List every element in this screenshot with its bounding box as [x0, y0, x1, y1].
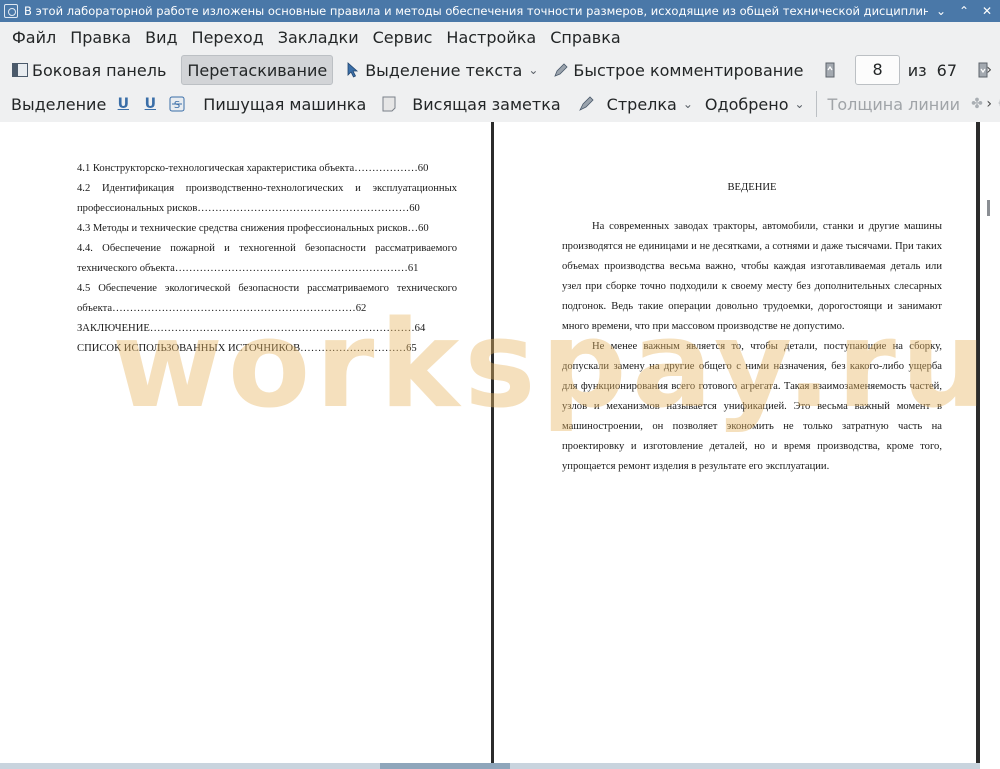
- sticky-note-tool-label: Висящая заметка: [412, 94, 561, 114]
- line-width-label: Толщина линии: [827, 94, 961, 114]
- cursor-arrow-icon: [344, 61, 362, 79]
- color-palette-icon: ✤: [971, 96, 983, 112]
- typewriter-tool-label: Пишущая машинка: [203, 94, 367, 114]
- menu-help[interactable]: Справка: [543, 28, 628, 47]
- typewriter-tool-button[interactable]: Пишущая машинка: [198, 89, 371, 119]
- current-page-input[interactable]: 8: [855, 55, 900, 85]
- horizontal-scrollbar[interactable]: [0, 763, 980, 769]
- vertical-scrollbar[interactable]: [980, 122, 1000, 769]
- body-paragraph: Не менее важным является то, чтобы детал…: [562, 341, 942, 472]
- svg-text:S: S: [174, 100, 180, 111]
- drag-tool-label: Перетаскивание: [187, 60, 328, 80]
- quick-comment-button[interactable]: Быстрое комментирование: [547, 55, 808, 85]
- toolbar-separator: [815, 91, 817, 117]
- squiggle-tool-button[interactable]: U: [138, 89, 165, 119]
- annotation-toolbar: Выделение U U S Пишущая машинка Висящая …: [0, 87, 1000, 121]
- arrow-tool-button[interactable]: Стрелка ⌄: [572, 89, 698, 119]
- strikeout-tool-button[interactable]: S: [165, 89, 192, 119]
- sticky-note-tool-button[interactable]: Висящая заметка: [375, 89, 565, 119]
- chevron-down-icon[interactable]: ⌄: [528, 63, 538, 77]
- highlight-tool-label: Выделение: [11, 94, 107, 114]
- line-width-button[interactable]: Толщина линии: [823, 89, 966, 119]
- drag-tool-button[interactable]: Перетаскивание: [181, 55, 334, 85]
- scrollbar-thumb[interactable]: [380, 763, 510, 769]
- next-page-button[interactable]: [969, 55, 1000, 85]
- page-divider: [491, 122, 494, 769]
- window-controls: ⌄ ⌃ ✕: [928, 4, 1000, 18]
- toc-entry[interactable]: ЗАКЛЮЧЕНИЕ…………………………………………………………………64: [77, 319, 457, 339]
- page-up-icon: [821, 61, 839, 79]
- pen-icon: [552, 61, 570, 79]
- menubar: Файл Правка Вид Переход Закладки Сервис …: [0, 22, 1000, 52]
- main-toolbar: Боковая панель Перетаскивание Выделение …: [0, 52, 1000, 88]
- menu-bookmarks[interactable]: Закладки: [271, 28, 366, 47]
- body-paragraph: На современных заводах тракторы, автомоб…: [562, 221, 942, 332]
- sidebar-button[interactable]: Боковая панель: [6, 55, 171, 85]
- minimize-icon[interactable]: ⌄: [934, 4, 948, 18]
- maximize-icon[interactable]: ⌃: [957, 4, 971, 18]
- text-select-tool-label: Выделение текста: [365, 60, 523, 80]
- quick-comment-label: Быстрое комментирование: [573, 60, 804, 80]
- opacity-icon: ❁: [995, 95, 1000, 113]
- chevron-down-icon[interactable]: ⌄: [683, 97, 693, 111]
- menu-file[interactable]: Файл: [5, 28, 63, 47]
- section-heading: ВЕДЕНИЕ: [727, 182, 777, 193]
- menu-go[interactable]: Переход: [185, 28, 271, 47]
- toc-entry[interactable]: 4.3 Методы и технические средства снижен…: [77, 219, 457, 239]
- menu-settings[interactable]: Настройка: [439, 28, 543, 47]
- toc-entry[interactable]: 4.2 Идентификация производственно-технол…: [77, 179, 457, 219]
- scrollbar-thumb[interactable]: [987, 200, 990, 216]
- toc-entry[interactable]: 4.5 Обеспечение экологической безопаснос…: [77, 279, 457, 319]
- menu-view[interactable]: Вид: [138, 28, 184, 47]
- window-title: В этой лабораторной работе изложены осно…: [24, 4, 928, 18]
- previous-page-button[interactable]: [816, 55, 847, 85]
- note-icon: [380, 95, 398, 113]
- total-pages: 67: [936, 60, 957, 80]
- stamp-tool-button[interactable]: Одобрено ⌄: [700, 89, 810, 119]
- underline-tool-button[interactable]: U: [111, 89, 138, 119]
- window-titlebar: В этой лабораторной работе изложены осно…: [0, 0, 1000, 22]
- of-label: из: [907, 60, 927, 80]
- document-viewport[interactable]: 4.1 Конструкторско-технологическая харак…: [0, 122, 1000, 769]
- toolbar-overflow-icon[interactable]: ›: [986, 62, 992, 78]
- document-page-right: ВЕДЕНИЕ На современных заводах тракторы,…: [562, 178, 942, 477]
- sidebar-button-label: Боковая панель: [32, 60, 167, 80]
- toc-entry[interactable]: 4.4. Обеспечение пожарной и техногенной …: [77, 239, 457, 279]
- stamp-tool-label: Одобрено: [704, 94, 789, 114]
- document-page-left: 4.1 Конструкторско-технологическая харак…: [77, 159, 457, 359]
- arrow-tool-label: Стрелка: [606, 94, 677, 114]
- toc-entry[interactable]: СПИСОК ИСПОЛЬЗОВАННЫХ ИСТОЧНИКОВ………………………: [77, 339, 457, 359]
- squiggle-underline-icon: U: [144, 96, 156, 112]
- sidebar-icon: [11, 61, 29, 79]
- opacity-tool-button[interactable]: ❁: [992, 89, 1000, 119]
- menu-edit[interactable]: Правка: [63, 28, 138, 47]
- underline-icon: U: [117, 96, 129, 112]
- chevron-down-icon[interactable]: ⌄: [794, 97, 804, 111]
- highlight-tool-button[interactable]: Выделение: [6, 89, 111, 119]
- strikeout-icon: S: [168, 95, 186, 113]
- text-select-tool-button[interactable]: Выделение текста ⌄: [339, 55, 543, 85]
- toolbar-overflow-icon[interactable]: ›: [986, 96, 992, 112]
- menu-tools[interactable]: Сервис: [366, 28, 440, 47]
- brush-icon: [577, 95, 595, 113]
- close-icon[interactable]: ✕: [980, 4, 994, 18]
- toc-entry[interactable]: 4.1 Конструкторско-технологическая харак…: [77, 159, 457, 179]
- okular-app-icon: [4, 4, 18, 18]
